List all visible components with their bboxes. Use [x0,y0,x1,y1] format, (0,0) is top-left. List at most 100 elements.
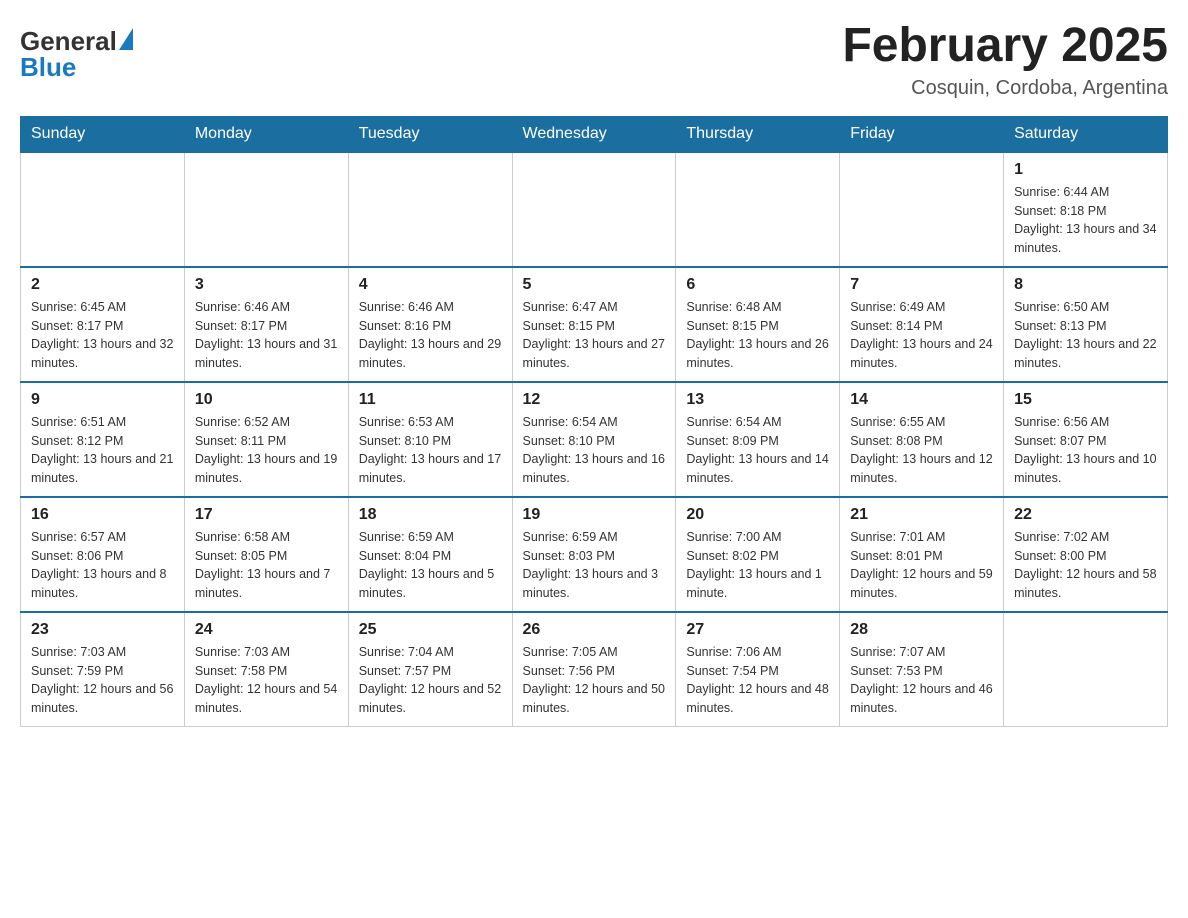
weekday-header-saturday: Saturday [1004,116,1168,152]
day-number: 26 [523,621,666,639]
day-sun-info: Sunrise: 6:50 AMSunset: 8:13 PMDaylight:… [1014,298,1157,373]
weekday-header-tuesday: Tuesday [348,116,512,152]
month-title: February 2025 [842,20,1168,73]
calendar-cell: 10 Sunrise: 6:52 AMSunset: 8:11 PMDayligh… [184,382,348,497]
calendar-cell: 8 Sunrise: 6:50 AMSunset: 8:13 PMDaylight… [1004,267,1168,382]
title-section: February 2025 Cosquin, Cordoba, Argentin… [842,20,1168,100]
calendar-cell: 23 Sunrise: 7:03 AMSunset: 7:59 PMDayligh… [21,612,185,727]
calendar-table: SundayMondayTuesdayWednesdayThursdayFrid… [20,116,1168,727]
location-subtitle: Cosquin, Cordoba, Argentina [842,77,1168,100]
day-number: 22 [1014,506,1157,524]
day-number: 1 [1014,161,1157,179]
day-number: 24 [195,621,338,639]
calendar-cell [512,152,676,267]
weekday-header-wednesday: Wednesday [512,116,676,152]
day-sun-info: Sunrise: 7:07 AMSunset: 7:53 PMDaylight:… [850,643,993,718]
day-number: 27 [686,621,829,639]
calendar-cell: 3Sunrise: 6:46 AMSunset: 8:17 PMDaylight… [184,267,348,382]
calendar-cell: 1 Sunrise: 6:44 AMSunset: 8:18 PMDaylight… [1004,152,1168,267]
weekday-header-friday: Friday [840,116,1004,152]
day-number: 9 [31,391,174,409]
calendar-cell [184,152,348,267]
calendar-cell: 15Sunrise: 6:56 AMSunset: 8:07 PMDayligh… [1004,382,1168,497]
day-number: 4 [359,276,502,294]
day-number: 20 [686,506,829,524]
day-number: 11 [359,391,502,409]
day-sun-info: Sunrise: 6:54 AMSunset: 8:10 PMDaylight:… [523,413,666,488]
day-sun-info: Sunrise: 6:47 AMSunset: 8:15 PMDaylight:… [523,298,666,373]
day-number: 10 [195,391,338,409]
day-number: 18 [359,506,502,524]
calendar-week-row: 2Sunrise: 6:45 AMSunset: 8:17 PMDaylight… [21,267,1168,382]
calendar-cell: 9Sunrise: 6:51 AMSunset: 8:12 PMDaylight… [21,382,185,497]
day-sun-info: Sunrise: 6:54 AMSunset: 8:09 PMDaylight:… [686,413,829,488]
calendar-cell: 12Sunrise: 6:54 AMSunset: 8:10 PMDayligh… [512,382,676,497]
day-number: 5 [523,276,666,294]
calendar-cell [840,152,1004,267]
day-number: 3 [195,276,338,294]
day-sun-info: Sunrise: 6:49 AMSunset: 8:14 PMDaylight:… [850,298,993,373]
calendar-cell: 2Sunrise: 6:45 AMSunset: 8:17 PMDaylight… [21,267,185,382]
calendar-cell: 6 Sunrise: 6:48 AMSunset: 8:15 PMDaylight… [676,267,840,382]
calendar-week-row: 16 Sunrise: 6:57 AMSunset: 8:06 PMDayligh… [21,497,1168,612]
day-sun-info: Sunrise: 6:59 AMSunset: 8:04 PMDaylight:… [359,528,502,603]
calendar-cell: 17Sunrise: 6:58 AMSunset: 8:05 PMDayligh… [184,497,348,612]
day-sun-info: Sunrise: 7:02 AMSunset: 8:00 PMDaylight:… [1014,528,1157,603]
calendar-week-row: 1 Sunrise: 6:44 AMSunset: 8:18 PMDaylight… [21,152,1168,267]
calendar-cell [348,152,512,267]
calendar-cell: 19Sunrise: 6:59 AMSunset: 8:03 PMDayligh… [512,497,676,612]
logo-triangle-icon [119,28,133,50]
day-sun-info: Sunrise: 6:57 AMSunset: 8:06 PMDaylight:… [31,528,174,603]
weekday-header-thursday: Thursday [676,116,840,152]
calendar-cell: 4Sunrise: 6:46 AMSunset: 8:16 PMDaylight… [348,267,512,382]
day-sun-info: Sunrise: 7:05 AMSunset: 7:56 PMDaylight:… [523,643,666,718]
calendar-cell: 18 Sunrise: 6:59 AMSunset: 8:04 PMDayligh… [348,497,512,612]
logo-general-text: General [20,28,117,54]
calendar-cell: 14 Sunrise: 6:55 AMSunset: 8:08 PMDayligh… [840,382,1004,497]
calendar-cell: 27 Sunrise: 7:06 AMSunset: 7:54 PMDayligh… [676,612,840,727]
calendar-cell: 20 Sunrise: 7:00 AMSunset: 8:02 PMDayligh… [676,497,840,612]
day-sun-info: Sunrise: 6:45 AMSunset: 8:17 PMDaylight:… [31,298,174,373]
day-number: 6 [686,276,829,294]
calendar-cell: 24Sunrise: 7:03 AMSunset: 7:58 PMDayligh… [184,612,348,727]
day-sun-info: Sunrise: 7:00 AMSunset: 8:02 PMDaylight:… [686,528,829,603]
calendar-cell: 13 Sunrise: 6:54 AMSunset: 8:09 PMDayligh… [676,382,840,497]
calendar-cell: 26 Sunrise: 7:05 AMSunset: 7:56 PMDayligh… [512,612,676,727]
day-sun-info: Sunrise: 6:44 AMSunset: 8:18 PMDaylight:… [1014,183,1157,258]
day-sun-info: Sunrise: 7:03 AMSunset: 7:59 PMDaylight:… [31,643,174,718]
calendar-cell: 21 Sunrise: 7:01 AMSunset: 8:01 PMDayligh… [840,497,1004,612]
weekday-header-monday: Monday [184,116,348,152]
calendar-cell: 11 Sunrise: 6:53 AMSunset: 8:10 PMDayligh… [348,382,512,497]
calendar-cell: 7 Sunrise: 6:49 AMSunset: 8:14 PMDaylight… [840,267,1004,382]
day-number: 7 [850,276,993,294]
day-sun-info: Sunrise: 6:48 AMSunset: 8:15 PMDaylight:… [686,298,829,373]
day-sun-info: Sunrise: 6:52 AMSunset: 8:11 PMDaylight:… [195,413,338,488]
day-sun-info: Sunrise: 6:59 AMSunset: 8:03 PMDaylight:… [523,528,666,603]
day-sun-info: Sunrise: 6:55 AMSunset: 8:08 PMDaylight:… [850,413,993,488]
day-sun-info: Sunrise: 7:06 AMSunset: 7:54 PMDaylight:… [686,643,829,718]
weekday-header-row: SundayMondayTuesdayWednesdayThursdayFrid… [21,116,1168,152]
day-number: 13 [686,391,829,409]
day-sun-info: Sunrise: 7:04 AMSunset: 7:57 PMDaylight:… [359,643,502,718]
page-header: General Blue February 2025 Cosquin, Cord… [20,20,1168,100]
calendar-cell: 5 Sunrise: 6:47 AMSunset: 8:15 PMDaylight… [512,267,676,382]
calendar-header: SundayMondayTuesdayWednesdayThursdayFrid… [21,116,1168,152]
day-number: 16 [31,506,174,524]
day-number: 28 [850,621,993,639]
day-number: 8 [1014,276,1157,294]
day-number: 23 [31,621,174,639]
day-sun-info: Sunrise: 6:56 AMSunset: 8:07 PMDaylight:… [1014,413,1157,488]
calendar-body: 1 Sunrise: 6:44 AMSunset: 8:18 PMDaylight… [21,152,1168,727]
day-number: 25 [359,621,502,639]
day-number: 17 [195,506,338,524]
day-number: 14 [850,391,993,409]
day-number: 21 [850,506,993,524]
day-sun-info: Sunrise: 7:01 AMSunset: 8:01 PMDaylight:… [850,528,993,603]
calendar-cell: 28 Sunrise: 7:07 AMSunset: 7:53 PMDayligh… [840,612,1004,727]
calendar-cell [1004,612,1168,727]
calendar-week-row: 23 Sunrise: 7:03 AMSunset: 7:59 PMDayligh… [21,612,1168,727]
calendar-cell: 25 Sunrise: 7:04 AMSunset: 7:57 PMDayligh… [348,612,512,727]
calendar-cell [676,152,840,267]
calendar-cell: 22 Sunrise: 7:02 AMSunset: 8:00 PMDayligh… [1004,497,1168,612]
day-sun-info: Sunrise: 6:53 AMSunset: 8:10 PMDaylight:… [359,413,502,488]
